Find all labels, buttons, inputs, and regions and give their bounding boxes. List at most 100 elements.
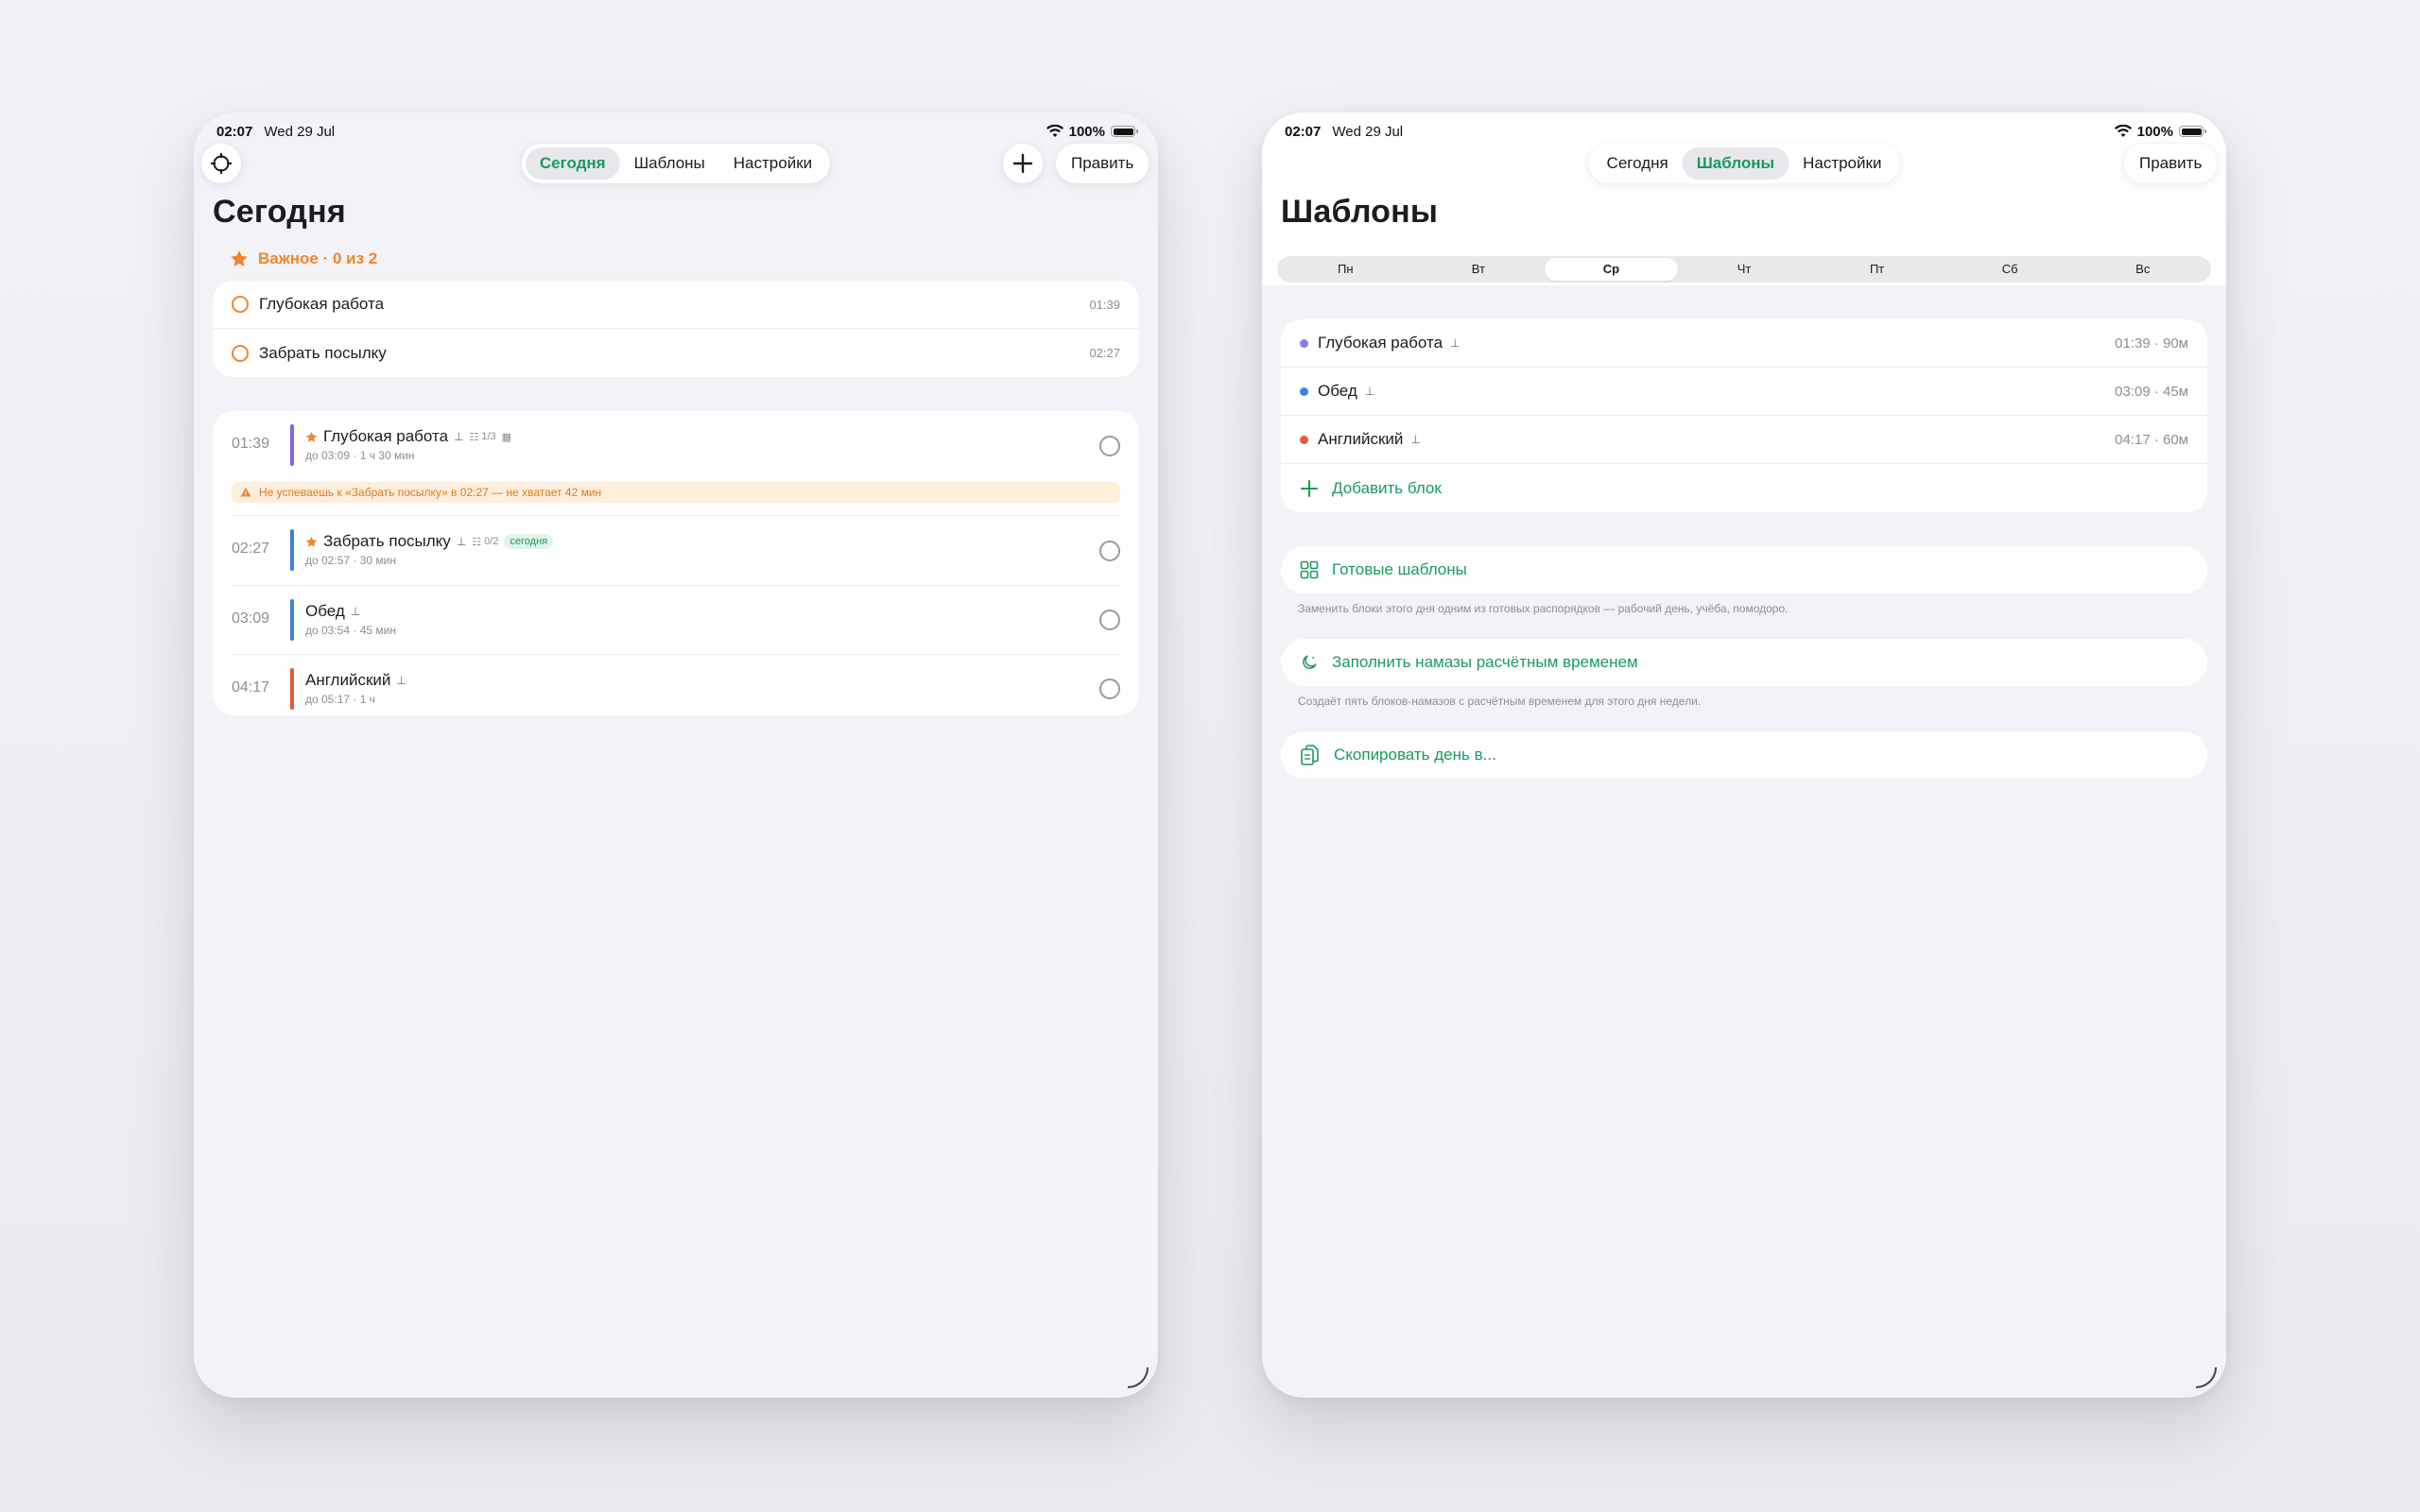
block-time: 04:17 · 60м [2115,431,2188,448]
edit-button[interactable]: Править [1056,144,1150,183]
calendar-icon: ▦ [501,431,512,443]
tab-settings[interactable]: Настройки [1789,147,1895,180]
color-bar [290,424,294,466]
row-time: 02:27 [232,541,270,557]
item-name: Забрать посылку [259,343,387,362]
star-icon [305,431,318,442]
item-time: 02:27 [1089,346,1120,360]
fill-namaz-label: Заполнить намазы расчётным временем [1332,653,1638,671]
battery-percent: 100% [1068,123,1105,140]
list-item[interactable]: Забрать посылку 02:27 [213,329,1139,377]
row-name: Английский [305,671,391,689]
fill-namaz-note: Создаёт пять блоков-намазов с расчётным … [1298,695,1702,708]
important-list: Глубокая работа 01:39 Забрать посылку 02… [213,281,1139,377]
focus-button[interactable] [201,144,241,183]
subtasks-meta: ☷ 1/3 [469,431,495,443]
ipad-templates-screen: 02:07 Wed 29 Jul 100% Сегодня Шаблоны На… [1262,112,2226,1398]
page-title: Шаблоны [1281,194,1439,230]
block-name: Глубокая работа [1318,334,1443,352]
tab-today[interactable]: Сегодня [1593,147,1683,180]
star-icon [231,250,248,266]
copy-icon [1301,745,1319,765]
fill-namaz-button[interactable]: Заполнить намазы расчётным временем [1281,639,2207,686]
copy-day-label: Скопировать день в... [1334,746,1496,764]
pin-icon: ⊥ [456,535,467,548]
page-title: Сегодня [213,194,346,230]
schedule-list: 01:39 Глубокая работа ⊥ ☷ 1/3 ▦ до 03:09 … [213,411,1139,715]
block-name: Обед [1318,382,1357,400]
subtasks-count: 0/2 [484,536,499,547]
table-row[interactable]: 04:17 Английский ⊥ до 05:17 · 1 ч [213,655,1139,715]
day-sat[interactable]: Сб [1944,258,2077,281]
list-item[interactable]: Английский ⊥ 04:17 · 60м [1281,416,2207,464]
add-button[interactable] [1003,144,1043,183]
complete-checkbox[interactable] [1099,610,1120,630]
today-tag: сегодня [504,534,554,549]
ready-templates-note: Заменить блоки этого дня одним из готовы… [1298,602,1789,615]
pin-icon: ⊥ [396,674,406,687]
row-time: 01:39 [232,436,270,452]
ready-templates-button[interactable]: Готовые шаблоны [1281,546,2207,593]
table-row[interactable]: 02:27 Забрать посылку ⊥ ☷ 0/2 сегодня до … [213,516,1139,585]
complete-checkbox[interactable] [1099,541,1120,561]
status-bar: 02:07 Wed 29 Jul 100% [216,119,1138,144]
list-item[interactable]: Глубокая работа ⊥ 01:39 · 90м [1281,319,2207,368]
day-fri[interactable]: Пт [1810,258,1944,281]
important-header: Важное · 0 из 2 [230,249,377,268]
color-dot [1300,387,1308,396]
block-time: 01:39 · 90м [2115,335,2188,352]
warning-icon [240,488,251,497]
color-dot [1300,338,1308,348]
table-row[interactable]: 03:09 Обед ⊥ до 03:54 · 45 мин [213,586,1139,654]
wifi-icon [2114,125,2132,137]
copy-day-button[interactable]: Скопировать день в... [1281,731,2207,779]
status-time: 02:07 [1285,123,1322,140]
complete-checkbox[interactable] [1099,679,1120,699]
list-item[interactable]: Глубокая работа 01:39 [213,281,1139,329]
tab-templates[interactable]: Шаблоны [620,147,719,180]
row-sub: до 03:54 · 45 мин [305,624,396,637]
edit-button[interactable]: Править [2124,144,2218,183]
subtasks-count: 1/3 [481,431,496,442]
color-bar [290,599,294,641]
item-name: Глубокая работа [259,295,385,313]
tab-today[interactable]: Сегодня [525,147,620,180]
color-bar [290,668,294,710]
day-wed[interactable]: Ср [1545,258,1678,281]
battery-icon [1111,126,1138,137]
tab-settings[interactable]: Настройки [719,147,826,180]
pin-icon: ⊥ [454,430,464,443]
day-tue[interactable]: Вт [1412,258,1546,281]
moon-icon [1303,655,1317,669]
complete-checkbox[interactable] [1099,436,1120,456]
warning-text: Не успеваешь к «Забрать посылку» в 02:27… [259,486,602,499]
day-sun[interactable]: Вс [2076,258,2209,281]
checklist-icon: ☷ [469,431,479,443]
important-count: Важное · 0 из 2 [258,249,378,267]
star-icon [305,536,318,547]
row-sub: до 02:57 · 30 мин [305,554,396,567]
resize-handle[interactable] [2196,1367,2217,1388]
grid-icon [1300,560,1319,579]
ready-templates-label: Готовые шаблоны [1332,560,1467,578]
table-row[interactable]: 01:39 Глубокая работа ⊥ ☷ 1/3 ▦ до 03:09 … [213,411,1139,472]
resize-handle[interactable] [1128,1367,1149,1388]
block-name: Английский [1318,430,1404,448]
row-time: 04:17 [232,679,270,696]
status-time: 02:07 [216,123,253,140]
row-name: Забрать посылку [323,532,451,550]
status-date: Wed 29 Jul [1332,123,1404,140]
color-bar [290,529,294,571]
day-mon[interactable]: Пн [1279,258,1412,281]
status-bar: 02:07 Wed 29 Jul 100% [1285,119,2206,144]
day-thu[interactable]: Чт [1678,258,1811,281]
row-time: 03:09 [232,610,270,627]
template-blocks: Глубокая работа ⊥ 01:39 · 90м Обед ⊥ 03:09… [1281,319,2207,512]
block-time: 03:09 · 45м [2115,383,2188,400]
row-sub: до 03:09 · 1 ч 30 мин [305,449,415,462]
tab-templates[interactable]: Шаблоны [1682,147,1789,180]
color-dot [1300,435,1308,444]
add-block-button[interactable]: Добавить блок [1281,464,2207,512]
list-item[interactable]: Обед ⊥ 03:09 · 45м [1281,368,2207,416]
weekday-selector: Пн Вт Ср Чт Пт Сб Вс [1277,256,2211,283]
